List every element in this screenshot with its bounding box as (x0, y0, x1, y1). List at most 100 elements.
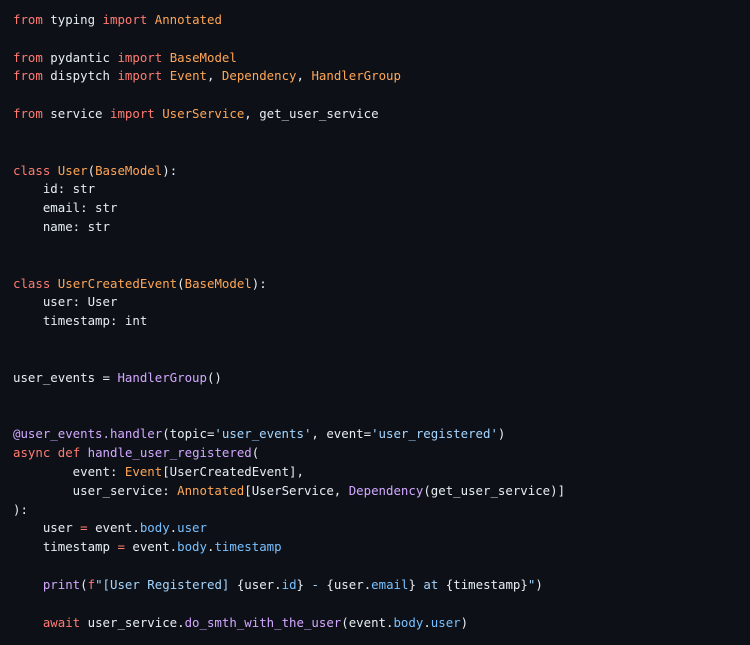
code-line: async def handle_user_registered( (13, 444, 565, 463)
text-token: typing (42, 12, 103, 27)
code-line: class User(BaseModel): (13, 162, 565, 181)
code-line: from dispytch import Event, Dependency, … (13, 67, 565, 86)
class-name-token: Event (169, 68, 207, 84)
attribute-token: body (393, 614, 424, 630)
text-token: id: str (13, 181, 96, 197)
keyword-token: import (109, 106, 155, 122)
code-line: ): (13, 501, 565, 520)
string-token: "[User Registered] (95, 576, 237, 592)
code-line: print(f"[User Registered] {user.id} - {u… (13, 576, 565, 595)
text-token: , get_user_service (244, 106, 379, 122)
text-token: {timestamp} (445, 576, 528, 592)
text-token: ): (162, 162, 178, 178)
keyword-token: import (117, 68, 163, 84)
class-name-token: UserService (162, 106, 245, 122)
text-token: ( (87, 162, 96, 178)
keyword-token: async (13, 445, 51, 461)
code-line: event: Event[UserCreatedEvent], (13, 463, 565, 482)
class-name-token: Annotated (177, 482, 245, 498)
text-token: user_events = (13, 369, 118, 385)
function-token: print (42, 576, 81, 592)
text-token: pydantic (42, 49, 118, 65)
text-token: user_service. (80, 614, 185, 630)
text-token: , (296, 68, 312, 84)
class-name-token: Event (124, 463, 163, 479)
keyword-token: f (87, 576, 96, 592)
string-token: at (415, 576, 446, 592)
keyword-token: class (13, 162, 51, 178)
code-line: user_events = HandlerGroup() (13, 369, 565, 388)
class-name-token: Dependency (221, 68, 297, 84)
text-token: ( (177, 275, 185, 291)
keyword-token: from (13, 68, 43, 84)
text-token: } (408, 576, 416, 592)
text-token: [UserCreatedEvent], (162, 463, 304, 479)
code-line: timestamp: int (13, 312, 565, 331)
text-token: event. (124, 539, 178, 555)
class-name-token: BaseModel (95, 162, 163, 178)
string-token: 'user_events' (214, 426, 312, 442)
text-token: ): (13, 501, 28, 517)
keyword-token: def (57, 445, 81, 461)
string-token: 'user_registered' (371, 426, 498, 442)
text-token: (get_user_service)] (423, 482, 566, 498)
code-line: class UserCreatedEvent(BaseModel): (13, 275, 565, 294)
attribute-token: user (430, 614, 461, 630)
code-line: name: str (13, 218, 565, 237)
code-screenshot: { "editor": { "language": "python", "the… (0, 0, 750, 645)
function-token: HandlerGroup (117, 369, 207, 385)
text-token: , (207, 68, 222, 84)
text-token: . (423, 614, 431, 630)
code-block: from typing import Annotated from pydant… (13, 11, 565, 632)
text-token: [UserService, (244, 482, 349, 498)
code-line: from typing import Annotated (13, 11, 565, 30)
code-line: user: User (13, 293, 565, 312)
text-token: } (296, 576, 304, 592)
text-token: () (206, 369, 222, 385)
text-token: ( (80, 576, 88, 592)
text-token: user: User (13, 294, 118, 310)
text-token: name: str (13, 219, 110, 235)
keyword-token: class (13, 275, 51, 291)
class-name-token: UserCreatedEvent (57, 275, 178, 291)
code-line: user_service: Annotated[UserService, Dep… (13, 482, 565, 501)
attribute-token: id (281, 576, 297, 592)
keyword-token: from (13, 49, 43, 65)
text-token: ): (251, 275, 267, 291)
code-line: from pydantic import BaseModel (13, 49, 565, 68)
text-token: timestamp: int (13, 313, 148, 329)
text-token: dispytch (42, 68, 118, 84)
text-token: timestamp (13, 539, 118, 555)
text-token: ) (460, 614, 469, 630)
text-token: user (13, 520, 81, 536)
attribute-token: email (371, 576, 409, 592)
code-line: timestamp = event.body.timestamp (13, 538, 565, 557)
text-token: service (42, 106, 110, 122)
function-token: do_smth_with_the_user (184, 614, 342, 630)
keyword-token: from (13, 12, 43, 27)
attribute-token: body (139, 520, 170, 536)
keyword-token: from (13, 106, 43, 122)
class-name-token: BaseModel (184, 275, 252, 291)
code-line: from service import UserService, get_use… (13, 105, 565, 124)
class-name-token: User (57, 162, 88, 178)
text-token: user_service: (13, 482, 178, 498)
class-name-token: BaseModel (169, 49, 237, 65)
